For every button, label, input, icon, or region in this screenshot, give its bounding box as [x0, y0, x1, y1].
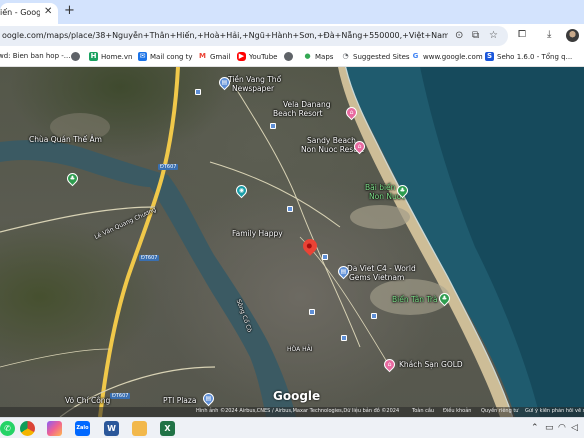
wifi-icon[interactable]: ◠: [558, 423, 566, 433]
youtube-icon: ▶: [237, 52, 246, 61]
new-tab-button[interactable]: +: [64, 3, 75, 18]
bookmark-google[interactable]: G www.google.com: [411, 52, 483, 61]
copilot-icon[interactable]: [47, 421, 62, 436]
map-label[interactable]: Vela Danang: [283, 101, 330, 109]
bookmark-maps[interactable]: ● Maps: [303, 52, 333, 61]
address-bar[interactable]: oogle.com/maps/place/38+Nguyễn+Thân+Hiến…: [0, 26, 508, 46]
zalo-icon[interactable]: Zalo: [75, 421, 90, 436]
footer-link-global[interactable]: Toàn cầu: [412, 408, 434, 414]
bookmark-label: Seho 1.6.0 - Tổng q...: [497, 52, 573, 61]
close-tab-icon[interactable]: ✕: [44, 6, 52, 17]
globe-icon: [71, 52, 80, 61]
globe-icon: [284, 52, 293, 61]
google-logo: Google: [273, 389, 321, 403]
home-vn-icon: H: [89, 52, 98, 61]
file-explorer-icon[interactable]: [132, 421, 147, 436]
footer-link-privacy[interactable]: Quyền riêng tư: [481, 408, 518, 414]
map-marker[interactable]: [195, 89, 201, 95]
volume-icon[interactable]: ◁: [571, 423, 578, 433]
browser-toolbar: oogle.com/maps/place/38+Nguyễn+Thân+Hiến…: [0, 24, 584, 48]
url-text[interactable]: oogle.com/maps/place/38+Nguyễn+Thân+Hiến…: [2, 31, 448, 40]
map-marker[interactable]: [371, 313, 377, 319]
bookmark-star-icon[interactable]: ☆: [489, 30, 498, 41]
map-marker[interactable]: [270, 123, 276, 129]
bookmark-gmail[interactable]: M Gmail: [198, 52, 230, 61]
map-attribution-bar: Hình ảnh ©2024 Airbus,CNES / Airbus,Maxa…: [0, 407, 584, 417]
bookmark-home-vn[interactable]: H Home.vn: [89, 52, 132, 61]
map-label[interactable]: Da Viet C4 - World: [347, 265, 416, 273]
map-imagery: [0, 67, 584, 417]
map-marker[interactable]: [287, 206, 293, 212]
extensions-icon[interactable]: ⧠: [518, 29, 526, 40]
suggested-sites-icon: ◔: [341, 52, 350, 61]
footer-link-terms[interactable]: Điều khoản: [443, 408, 471, 414]
mail-icon: ✉: [138, 52, 147, 61]
map-marker[interactable]: [309, 309, 315, 315]
tab-strip: iến - Googl ✕ +: [0, 0, 584, 24]
map-label[interactable]: Biển Tân Trà: [392, 296, 438, 304]
bookmark-label: YouTube: [249, 52, 278, 61]
bookmark-label: Gmail: [210, 52, 231, 61]
active-tab[interactable]: iến - Googl ✕: [0, 3, 58, 24]
battery-icon[interactable]: ▭: [545, 423, 554, 433]
bookmark-label: Maps: [315, 52, 334, 61]
chevron-up-icon[interactable]: ⌃: [531, 423, 539, 433]
bookmark-youtube[interactable]: ▶ YouTube: [237, 52, 277, 61]
map-label[interactable]: Chùa Quán Thế Âm: [29, 136, 102, 144]
seho-icon: S: [485, 52, 494, 61]
map-marker[interactable]: [322, 254, 328, 260]
bookmark-label: Mail cong ty: [150, 52, 193, 61]
map-label[interactable]: Tiền Vang Thổ: [228, 76, 281, 84]
attribution-text: Hình ảnh ©2024 Airbus,CNES / Airbus,Maxa…: [196, 408, 400, 414]
word-icon[interactable]: W: [104, 421, 119, 436]
map-label[interactable]: Beach Resort: [273, 110, 323, 118]
location-icon[interactable]: ⊙: [455, 30, 463, 41]
map-label[interactable]: Khách Sạn GOLD: [399, 361, 463, 369]
map-label[interactable]: PTI Plaza: [163, 397, 196, 405]
windows-taskbar: ✆ Zalo W X ⌃ ▭ ◠ ◁: [0, 417, 584, 438]
google-icon: G: [411, 52, 420, 61]
excel-icon[interactable]: X: [160, 421, 175, 436]
tab-title: iến - Googl: [0, 8, 40, 17]
bookmark-mail-cong-ty[interactable]: ✉ Mail cong ty: [138, 52, 193, 61]
bookmark-seho[interactable]: S Seho 1.6.0 - Tổng q...: [485, 52, 572, 61]
maps-icon: ●: [303, 52, 312, 61]
bookmark-globe-1[interactable]: [71, 52, 80, 61]
bookmark-label: www.google.com: [423, 52, 483, 61]
bookmark-globe-2[interactable]: [284, 52, 293, 61]
whatsapp-icon[interactable]: ✆: [0, 421, 15, 436]
map-label[interactable]: Võ Chí Công: [65, 397, 110, 405]
chrome-icon[interactable]: [20, 421, 35, 436]
bookmark-label: Suggested Sites: [353, 52, 410, 61]
map-marker[interactable]: [341, 335, 347, 341]
road-badge-dt607: ĐT607: [110, 393, 131, 399]
bookmark-suggested-sites[interactable]: ◔ Suggested Sites: [341, 52, 410, 61]
profile-avatar[interactable]: [566, 29, 579, 42]
bookmarks-bar: wd: Bien ban hop -... H Home.vn ✉ Mail c…: [0, 48, 584, 67]
install-app-icon[interactable]: ⧉: [472, 30, 479, 41]
download-icon[interactable]: ⤓: [547, 29, 551, 40]
road-badge-dt607: ĐT607: [139, 255, 160, 261]
map-label[interactable]: Gems Vietnam: [349, 274, 404, 282]
map-label[interactable]: HÒA HẢI: [287, 346, 313, 354]
gmail-icon: M: [198, 52, 207, 61]
road-badge-dt607: ĐT607: [158, 164, 179, 170]
satellite-map[interactable]: ĐT607 ĐT607 ĐT607 Tiền Vang Thổ Newspape…: [0, 67, 584, 417]
map-label[interactable]: Newspaper: [232, 85, 274, 93]
map-label[interactable]: Bãi biển: [365, 184, 395, 192]
bookmark-bien-ban-hop[interactable]: wd: Bien ban hop -...: [0, 52, 70, 60]
bookmark-label: wd: Bien ban hop -...: [0, 52, 71, 60]
map-label[interactable]: Family Happy: [232, 230, 283, 238]
footer-link-feedback[interactable]: Gửi ý kiến phản hồi về sản phẩm: [525, 408, 584, 414]
bookmark-label: Home.vn: [101, 52, 133, 61]
map-label[interactable]: Sandy Beach: [307, 137, 356, 145]
